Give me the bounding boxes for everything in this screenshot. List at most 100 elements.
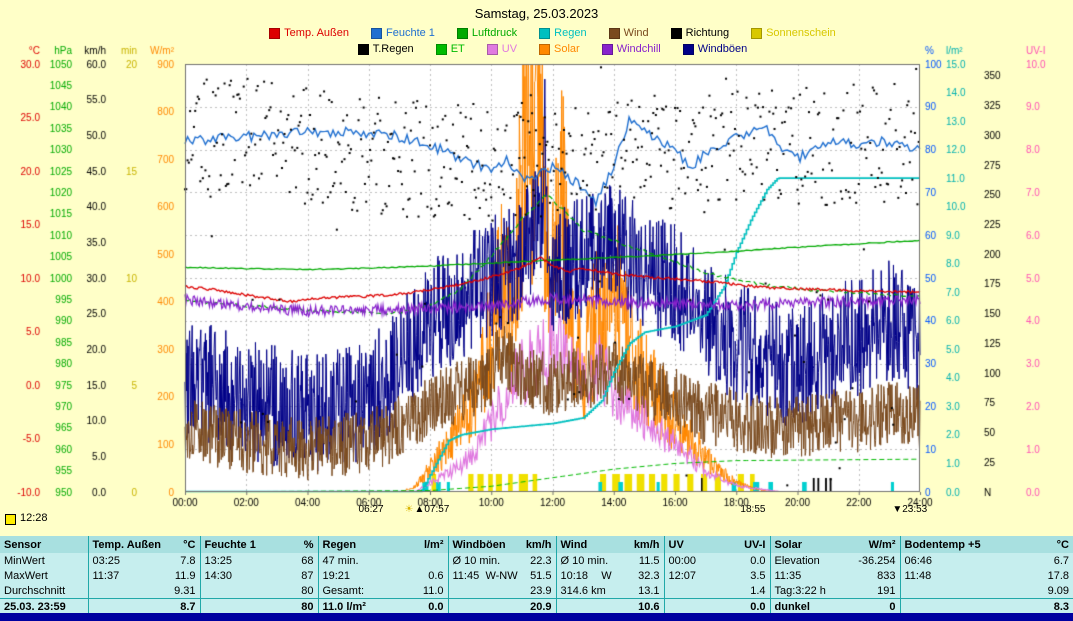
legend-item-regen[interactable]: Regen xyxy=(539,27,586,39)
stat-cell: 1.4 xyxy=(664,583,770,599)
legend-label: Solar xyxy=(554,43,580,55)
table-row: MaxWert11:3711.914:308719:210.611:45W-NW… xyxy=(0,568,1073,583)
legend-swatch-icon xyxy=(487,44,498,55)
row-label: MinWert xyxy=(0,553,88,568)
legend-swatch-icon xyxy=(683,44,694,55)
legend-swatch-icon xyxy=(602,44,613,55)
legend-label: Sonnenschein xyxy=(766,27,836,39)
stat-cell: 03:257.8 xyxy=(88,553,200,568)
legend-item-richtung[interactable]: Richtung xyxy=(671,27,729,39)
stat-cell: 11:3711.9 xyxy=(88,568,200,583)
legend-label: Regen xyxy=(554,27,586,39)
sun-marker: ☀▲07:57 xyxy=(404,504,449,515)
column-header: SolarW/m² xyxy=(770,536,900,553)
stat-cell: 20.9 xyxy=(448,599,556,615)
bottom-strip xyxy=(0,613,1073,621)
stat-cell: 8.3 xyxy=(900,599,1073,615)
stat-cell: 9.31 xyxy=(88,583,200,599)
sun-marker: 06:27 xyxy=(359,504,384,515)
legend-swatch-icon xyxy=(358,44,369,55)
stat-cell: Ø 10 min.22.3 xyxy=(448,553,556,568)
legend-item-et[interactable]: ET xyxy=(436,43,465,55)
sun-marker-time: ▼23:53 xyxy=(892,504,927,515)
table-header-row: SensorTemp. Außen°CFeuchte 1%Regenl/m²Wi… xyxy=(0,536,1073,553)
stat-cell: 0.0 xyxy=(664,599,770,615)
legend-label: Windböen xyxy=(698,43,748,55)
column-header: Feuchte 1% xyxy=(200,536,318,553)
legend-row-1: Temp. Außen Feuchte 1 Luftdruck Regen Wind Ri… xyxy=(185,27,920,39)
column-header: Windkm/h xyxy=(556,536,664,553)
sun-marker: 18:55 xyxy=(740,504,765,515)
legend-label: Temp. Außen xyxy=(284,27,349,39)
stat-cell: 47 min. xyxy=(318,553,448,568)
legend-label: Wind xyxy=(624,27,649,39)
legend-item-feuchte-1[interactable]: Feuchte 1 xyxy=(371,27,435,39)
legend-item-solar[interactable]: Solar xyxy=(539,43,580,55)
legend-item-sonnenschein[interactable]: Sonnenschein xyxy=(751,27,836,39)
legend-swatch-icon xyxy=(671,28,682,39)
legend-item-t-regen[interactable]: T.Regen xyxy=(358,43,414,55)
stat-cell: 19:210.6 xyxy=(318,568,448,583)
sun-icon: ☀ xyxy=(404,504,413,515)
legend-label: Feuchte 1 xyxy=(386,27,435,39)
stat-cell: 06:466.7 xyxy=(900,553,1073,568)
row-label: 25.03. 23:59 xyxy=(0,599,88,615)
sun-marker-time: ▲07:57 xyxy=(414,504,449,515)
legend-swatch-icon xyxy=(436,44,447,55)
status-icon xyxy=(5,514,16,525)
column-header: Regenl/m² xyxy=(318,536,448,553)
legend-item-uv[interactable]: UV xyxy=(487,43,517,55)
stat-cell: 12:073.5 xyxy=(664,568,770,583)
legend-item-wind[interactable]: Wind xyxy=(609,27,649,39)
stat-cell: 9.09 xyxy=(900,583,1073,599)
page-title: Samstag, 25.03.2023 xyxy=(0,6,1073,21)
status-clock: 12:28 xyxy=(20,512,48,524)
legend-row-2: T.Regen ET UV Solar Windchill Windböen xyxy=(185,43,920,55)
legend-label: Windchill xyxy=(617,43,661,55)
legend-item-luftdruck[interactable]: Luftdruck xyxy=(457,27,517,39)
stat-cell: 10.6 xyxy=(556,599,664,615)
weather-chart-window: Samstag, 25.03.2023 Temp. Außen Feuchte 1… xyxy=(0,0,1073,621)
stat-cell: 10:18W32.3 xyxy=(556,568,664,583)
stats-table-container: SensorTemp. Außen°CFeuchte 1%Regenl/m²Wi… xyxy=(0,536,1073,613)
legend-label: ET xyxy=(451,43,465,55)
legend-item-temp-au-en[interactable]: Temp. Außen xyxy=(269,27,349,39)
legend-label: Richtung xyxy=(686,27,729,39)
legend-swatch-icon xyxy=(269,28,280,39)
legend-item-windb-en[interactable]: Windböen xyxy=(683,43,748,55)
stat-cell: 80 xyxy=(200,599,318,615)
legend-swatch-icon xyxy=(609,28,620,39)
stat-cell: 00:000.0 xyxy=(664,553,770,568)
table-row: Durchschnitt9.3180Gesamt:11.023.9314.6 k… xyxy=(0,583,1073,599)
legend-label: T.Regen xyxy=(373,43,414,55)
column-header: Sensor xyxy=(0,536,88,553)
weather-chart-canvas xyxy=(0,0,1073,530)
legend-swatch-icon xyxy=(371,28,382,39)
legend-label: UV xyxy=(502,43,517,55)
stat-cell: 13:2568 xyxy=(200,553,318,568)
column-header: Temp. Außen°C xyxy=(88,536,200,553)
stat-cell: Elevation-36.254 xyxy=(770,553,900,568)
legend-swatch-icon xyxy=(457,28,468,39)
stat-cell: 11:4817.8 xyxy=(900,568,1073,583)
legend-swatch-icon xyxy=(539,28,550,39)
legend-swatch-icon xyxy=(751,28,762,39)
stat-cell: 11:45W-NW51.5 xyxy=(448,568,556,583)
stat-cell: 11:35833 xyxy=(770,568,900,583)
stat-cell: 14:3087 xyxy=(200,568,318,583)
column-header: UVUV-I xyxy=(664,536,770,553)
table-row: 25.03. 23:598.78011.0 l/m²0.020.910.60.0… xyxy=(0,599,1073,615)
column-header: Windböenkm/h xyxy=(448,536,556,553)
stat-cell: 23.9 xyxy=(448,583,556,599)
sun-marker-time: 06:27 xyxy=(359,504,384,515)
sun-marker: ▼23:53 xyxy=(892,504,927,515)
stat-cell: Gesamt:11.0 xyxy=(318,583,448,599)
column-header: Bodentemp +5°C xyxy=(900,536,1073,553)
stat-cell: dunkel0 xyxy=(770,599,900,615)
legend-label: Luftdruck xyxy=(472,27,517,39)
stat-cell: Ø 10 min.11.5 xyxy=(556,553,664,568)
stat-cell: 80 xyxy=(200,583,318,599)
stat-cell: 11.0 l/m²0.0 xyxy=(318,599,448,615)
row-label: Durchschnitt xyxy=(0,583,88,599)
legend-item-windchill[interactable]: Windchill xyxy=(602,43,661,55)
